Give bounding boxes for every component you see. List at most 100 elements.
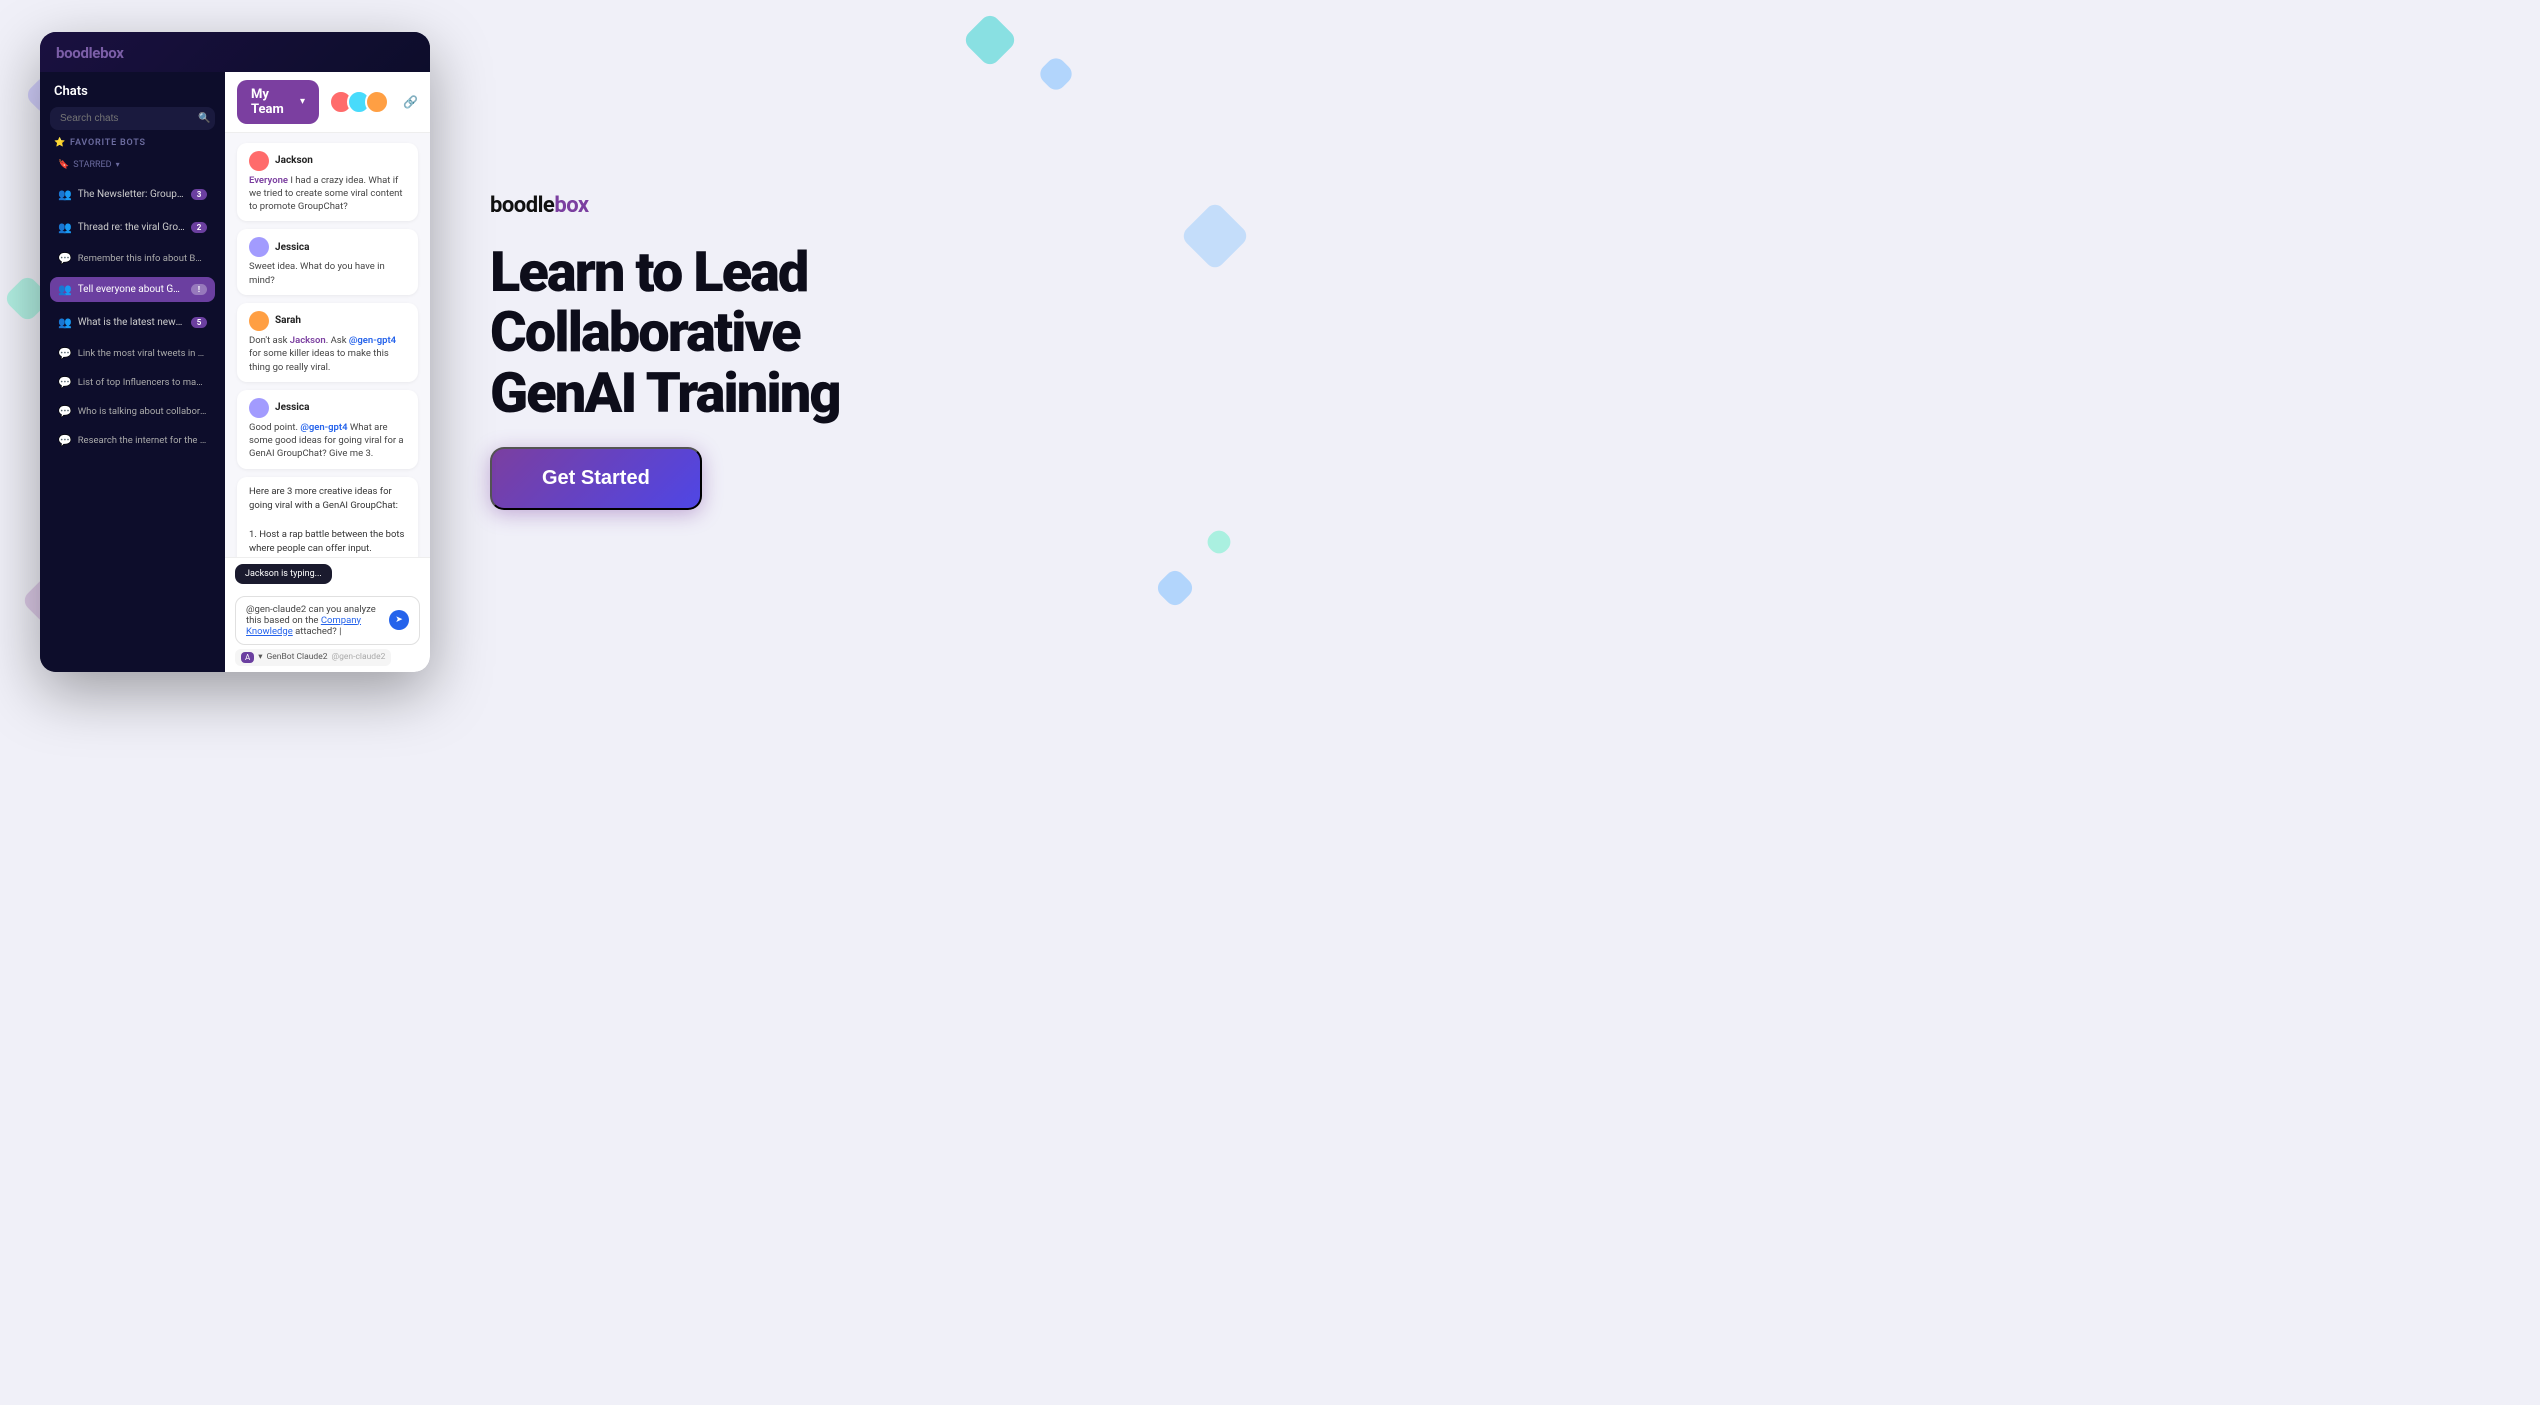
chat-input-area: Jackson is typing... @gen-claude2 can yo… (225, 557, 430, 672)
avatar-sarah (249, 311, 269, 331)
logo-boodle: boodle (56, 44, 100, 62)
msg-name-jessica-2: Jessica (275, 402, 309, 413)
msg-text-jessica-2: Good point. @gen-gpt4 What are some good… (249, 421, 406, 461)
search-bar[interactable]: 🔍 (50, 107, 215, 130)
avatar-3 (365, 90, 389, 114)
sidebar-item-influencers[interactable]: 💬 List of top Influencers to make G... (50, 372, 215, 393)
group-icon-3: 👥 (58, 316, 72, 329)
input-text: @gen-claude2 can you analyze this based … (246, 604, 383, 637)
bot-selector[interactable]: A ▾ GenBot Claude2 @gen-claude2 (235, 649, 391, 666)
msg-text-jessica-1: Sweet idea. What do you have in mind? (249, 260, 406, 287)
send-button[interactable]: ➤ (389, 610, 409, 630)
sidebar-item-label: What is the latest news about... (78, 317, 185, 328)
bubble-icon-2: 💬 (58, 347, 72, 360)
shield-icon: 🔖 (58, 160, 69, 170)
input-text-suffix: attached? | (293, 626, 342, 637)
page-wrapper: boodlebox Chats 🔍 ⭐ FAVORITE BOTS 🔖 STAR… (0, 0, 1270, 703)
sidebar-badge-2: 2 (191, 222, 207, 233)
group-icon-active: 👥 (58, 283, 72, 296)
sidebar-badge-news: 5 (191, 317, 207, 328)
brand-box: box (554, 193, 588, 218)
message-header-3: Sarah (249, 311, 406, 331)
message-jessica-2: Jessica Good point. @gen-gpt4 What are s… (237, 390, 418, 469)
brand-boodle: boodle (490, 193, 554, 218)
msg-text-sarah: Don't ask Jackson. Ask @gen-gpt4 for som… (249, 334, 406, 374)
chat-title-dropdown[interactable]: My Team ▾ (237, 80, 319, 124)
sidebar-badge: 3 (191, 189, 207, 200)
message-sarah: Sarah Don't ask Jackson. Ask @gen-gpt4 f… (237, 303, 418, 382)
msg-name-jackson: Jackson (275, 155, 313, 166)
sidebar-item-thread[interactable]: 👥 Thread re: the viral GroupChat 2 (50, 215, 215, 240)
bot-selector-handle: @gen-claude2 (332, 652, 386, 662)
message-header-2: Jessica (249, 237, 406, 257)
msg-name-sarah: Sarah (275, 315, 301, 326)
typing-indicator: Jackson is typing... (235, 564, 332, 584)
bot-selector-name: GenBot Claude2 (267, 652, 328, 662)
avatar-jessica (249, 237, 269, 257)
sidebar-item-viral[interactable]: 💬 Link the most viral tweets in the... (50, 343, 215, 364)
group-icon-2: 👥 (58, 221, 72, 234)
chat-title: My Team (251, 87, 292, 117)
bot-selector-icon: A (241, 652, 254, 663)
sidebar-item-collaborati[interactable]: 💬 Who is talking about collaborati... (50, 401, 215, 422)
chat-main: My Team ▾ 🔗 (225, 72, 430, 672)
sidebar-title: Chats (50, 84, 215, 99)
star-icon: ⭐ (54, 138, 66, 148)
app-body: Chats 🔍 ⭐ FAVORITE BOTS 🔖 STARRED ▾ 👥 (40, 72, 430, 672)
input-footer: A ▾ GenBot Claude2 @gen-claude2 (235, 645, 420, 666)
headline-line3: GenAI Training (490, 363, 1230, 423)
get-started-button[interactable]: Get Started (490, 447, 702, 510)
sidebar-item-research[interactable]: 💬 Research the internet for the top... (50, 430, 215, 451)
sidebar-item-remember[interactable]: 💬 Remember this info about Bood... (50, 248, 215, 269)
bubble-icon-3: 💬 (58, 376, 72, 389)
msg-mention-everyone: Everyone (249, 175, 288, 186)
app-header: boodlebox (40, 32, 430, 72)
avatar-jackson (249, 151, 269, 171)
link-icon[interactable]: 🔗 (403, 95, 418, 109)
chat-input-box[interactable]: @gen-claude2 can you analyze this based … (235, 596, 420, 645)
brand-logo: boodlebox (490, 193, 1230, 218)
message-jackson: Jackson Everyone I had a crazy idea. Wha… (237, 143, 418, 222)
sidebar-item-active[interactable]: 👥 Tell everyone about GenAI GroupChat? ! (50, 277, 215, 302)
search-input[interactable] (60, 113, 192, 124)
app-screenshot: boodlebox Chats 🔍 ⭐ FAVORITE BOTS 🔖 STAR… (40, 32, 430, 672)
headline: Learn to Lead Collaborative GenAI Traini… (490, 242, 1230, 423)
favorite-bots-label: ⭐ FAVORITE BOTS (50, 138, 215, 148)
message-header-4: Jessica (249, 398, 406, 418)
search-icon: 🔍 (198, 113, 210, 124)
chat-messages: Jackson Everyone I had a crazy idea. Wha… (225, 133, 430, 557)
sidebar-active-badge: ! (191, 284, 207, 295)
msg-name-jessica: Jessica (275, 242, 309, 253)
app-logo: boodlebox (56, 44, 414, 62)
headline-line1: Learn to Lead (490, 242, 1230, 302)
sidebar-item-news[interactable]: 👥 What is the latest news about... 5 (50, 310, 215, 335)
headline-line2: Collaborative (490, 302, 1230, 362)
chevron-down-icon: ▾ (116, 160, 120, 169)
logo-box: box (100, 44, 123, 62)
generated-content: Here are 3 more creative ideas for going… (237, 477, 418, 557)
sidebar-item-active-label: Tell everyone about GenAI GroupChat? (78, 284, 185, 295)
avatar-jessica-2 (249, 398, 269, 418)
gen-text-item1: 1. Host a rap battle between the bots wh… (249, 529, 404, 557)
sidebar-item-label: Remember this info about Bood... (78, 253, 207, 264)
mention-gpt4-2: @gen-gpt4 (300, 422, 347, 433)
mention-jackson: Jackson (290, 335, 326, 346)
starred-section: 🔖 STARRED ▾ (50, 156, 215, 174)
bubble-icon-4: 💬 (58, 405, 72, 418)
mention-gengpt4: @gen-gpt4 (349, 335, 396, 346)
right-content: boodlebox Learn to Lead Collaborative Ge… (470, 173, 1230, 530)
sidebar: Chats 🔍 ⭐ FAVORITE BOTS 🔖 STARRED ▾ 👥 (40, 72, 225, 672)
group-icon: 👥 (58, 188, 72, 201)
message-jessica-1: Jessica Sweet idea. What do you have in … (237, 229, 418, 295)
sidebar-item-newsletter[interactable]: 👥 The Newsletter: GroupChat Ed... 3 (50, 182, 215, 207)
bubble-icon-5: 💬 (58, 434, 72, 447)
message-header: Jackson (249, 151, 406, 171)
sidebar-item-label: Thread re: the viral GroupChat (78, 222, 185, 233)
bubble-icon: 💬 (58, 252, 72, 265)
avatar-stack (329, 90, 389, 114)
sidebar-item-label: The Newsletter: GroupChat Ed... (78, 189, 185, 200)
chevron-down-icon-2: ▾ (300, 96, 305, 107)
chat-header: My Team ▾ 🔗 (225, 72, 430, 133)
gen-text-intro: Here are 3 more creative ideas for going… (249, 486, 398, 511)
bot-selector-label: ▾ (258, 652, 262, 662)
